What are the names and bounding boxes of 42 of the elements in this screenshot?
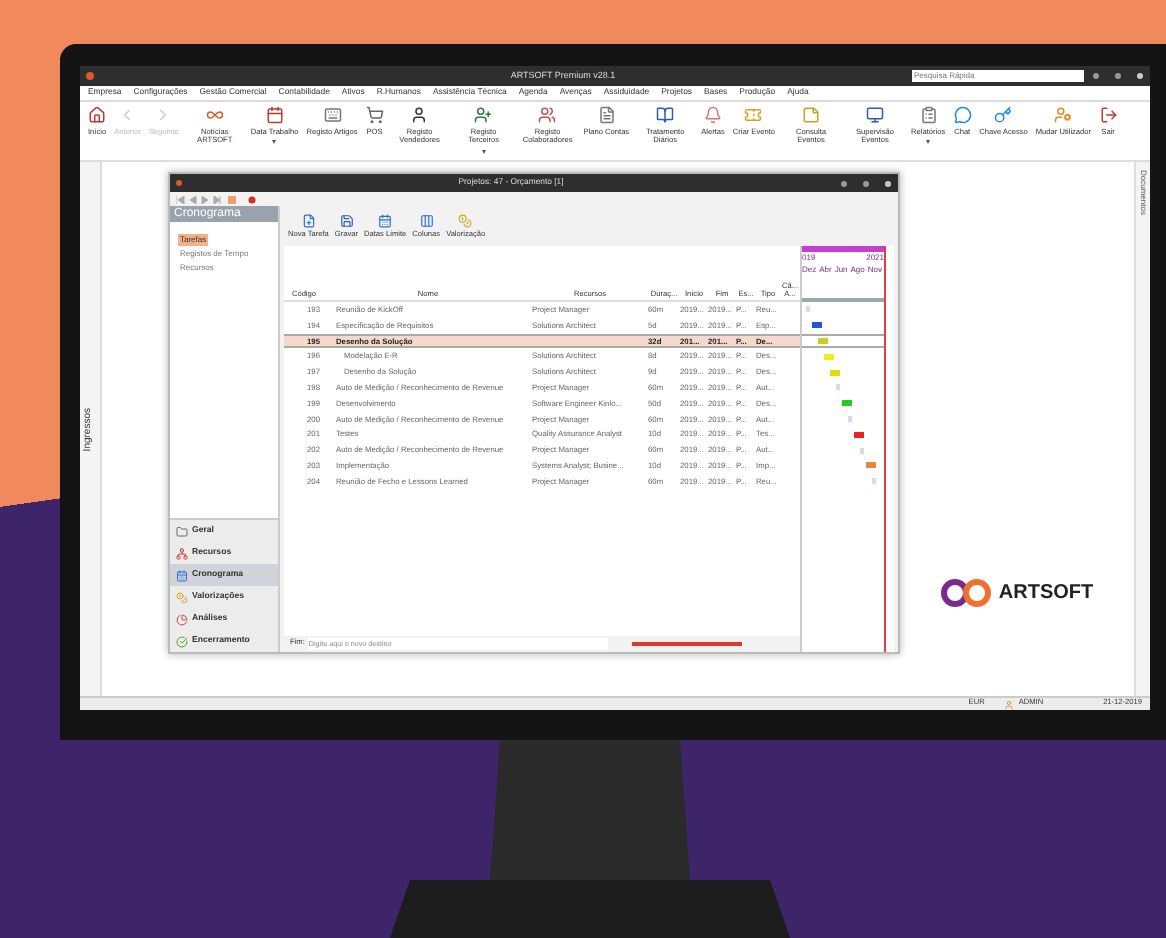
calendar-icon [265, 106, 284, 124]
brand-name: ARTSOFT [998, 580, 1094, 608]
app-logo-icon [176, 180, 182, 186]
exit-door-icon [1099, 106, 1118, 124]
calendar-icon [176, 569, 188, 581]
columns-icon [419, 214, 434, 229]
key-icon [994, 106, 1013, 124]
window-controls-icon[interactable] [1092, 72, 1144, 80]
window-controls-icon[interactable] [840, 179, 892, 187]
scrollbar-thumb[interactable] [632, 642, 743, 646]
infinity-icon [205, 106, 224, 124]
folder-icon [176, 525, 188, 537]
user-icon [410, 106, 429, 124]
record-navigation-icon[interactable] [176, 195, 256, 203]
network-icon [176, 547, 188, 559]
keyboard-icon [323, 106, 341, 124]
users-icon [538, 106, 557, 124]
home-icon [88, 106, 107, 124]
timeline-bar [802, 246, 884, 252]
user-plus-icon [474, 106, 493, 124]
monitor-icon [866, 106, 885, 124]
save-icon [339, 214, 354, 229]
clipboard-icon [919, 106, 938, 124]
document-icon [597, 106, 616, 124]
note-icon [802, 106, 821, 124]
chat-bubble-icon [953, 106, 972, 124]
coins-icon [176, 591, 188, 603]
brand-logo-icon [940, 578, 993, 608]
caret-icon [926, 140, 931, 145]
user-cog-icon [1054, 106, 1073, 124]
coins-icon [458, 214, 473, 229]
pie-chart-icon [176, 613, 188, 625]
ticket-icon [744, 106, 763, 124]
check-circle-icon [176, 635, 188, 647]
book-icon [656, 106, 675, 124]
bell-icon [703, 106, 722, 124]
cart-icon [365, 106, 384, 124]
app-logo-icon [86, 72, 94, 80]
caret-icon [481, 149, 486, 154]
user-icon [1004, 699, 1015, 709]
calendar-icon [378, 214, 393, 229]
file-plus-icon [301, 214, 316, 229]
